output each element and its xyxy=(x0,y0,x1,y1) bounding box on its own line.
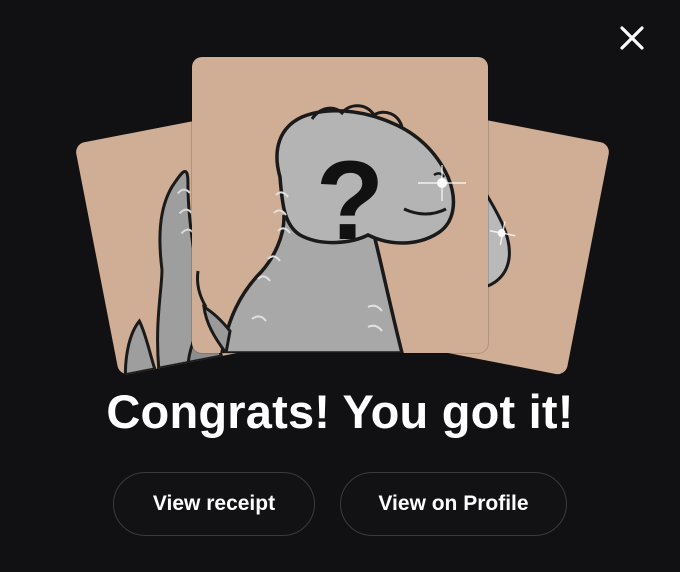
reveal-dialog: ? Congrats! You got it! View receipt Vie… xyxy=(0,0,680,572)
view-receipt-button[interactable]: View receipt xyxy=(113,472,315,536)
card-center: ? xyxy=(192,57,488,353)
card-stack: ? xyxy=(0,0,680,380)
question-mark-icon: ? xyxy=(316,138,384,263)
view-on-profile-button[interactable]: View on Profile xyxy=(340,472,567,536)
mystery-dinosaur-image: ? xyxy=(196,104,466,353)
headline: Congrats! You got it! xyxy=(106,385,574,438)
svg-text:?: ? xyxy=(316,138,384,263)
